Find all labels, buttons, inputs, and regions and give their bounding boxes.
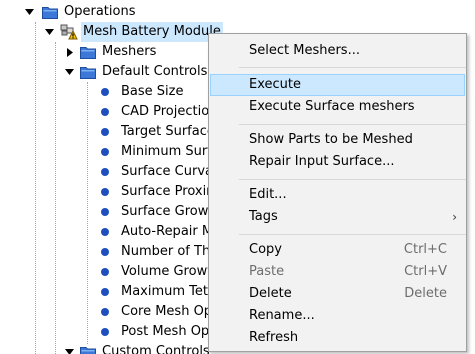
collapse-arrow-icon[interactable] (63, 346, 75, 354)
tree-node-control[interactable]: Surface Proxin (0, 182, 214, 202)
tree-node-control[interactable]: CAD Projection (0, 102, 217, 122)
menu-item-select-meshers[interactable]: Select Meshers... (210, 40, 465, 62)
tree-node-control[interactable]: Minimum Surf (0, 142, 212, 162)
tree-node-label: Meshers (102, 44, 157, 59)
control-dot-icon (101, 108, 109, 116)
tree-node-label: Base Size (121, 84, 184, 99)
menu-item-rename[interactable]: Rename... (210, 305, 465, 327)
control-dot-icon (101, 228, 109, 236)
control-dot-icon (101, 208, 109, 216)
tree-node-control[interactable]: Surface Curvat (0, 162, 218, 182)
tree-node-label: Surface Curvat (121, 164, 219, 179)
menu-item-shortcut: Ctrl+C (403, 242, 447, 257)
menu-item-label: Execute Surface meshers (249, 99, 415, 114)
folder-icon (42, 5, 58, 19)
collapse-arrow-icon[interactable] (23, 6, 35, 18)
tree-node-label: Surface Growt (121, 204, 214, 219)
menu-item-label: Rename... (249, 308, 315, 323)
tree-node-control[interactable]: Maximum Tet (0, 282, 210, 302)
menu-item-label: Paste (249, 264, 285, 279)
tree-node-label: Maximum Tet (121, 284, 209, 299)
menu-item-label: Copy (249, 242, 282, 257)
control-dot-icon (101, 328, 109, 336)
menu-item-show-parts[interactable]: Show Parts to be Meshed (210, 129, 465, 151)
mesh-operation-warning-icon (60, 24, 78, 40)
menu-item-copy[interactable]: Copy Ctrl+C (210, 239, 465, 261)
collapse-arrow-icon[interactable] (43, 26, 55, 38)
tree-node-control[interactable]: Surface Growt (0, 202, 213, 222)
tree-node-control[interactable]: Core Mesh Op (0, 302, 212, 322)
tree-node-label: Target Surface (121, 124, 215, 139)
tree-node-label: Surface Proxin (121, 184, 215, 199)
menu-item-label: Repair Input Surface... (249, 154, 395, 169)
tree-node-label: Custom Controls (102, 344, 210, 354)
submenu-arrow-icon: › (452, 210, 457, 224)
menu-item-label: Refresh (249, 330, 299, 345)
menu-item-label: Tags (249, 209, 278, 224)
menu-separator (239, 67, 466, 68)
tree-node-label: CAD Projection (121, 104, 218, 119)
menu-separator (239, 179, 466, 180)
context-menu: Select Meshers... Execute Execute Surfac… (208, 33, 467, 352)
menu-item-tags[interactable]: Tags › (210, 206, 465, 228)
tree-node-control[interactable]: Number of Th (0, 242, 210, 262)
menu-item-label: Select Meshers... (249, 43, 360, 58)
menu-separator (239, 124, 466, 125)
control-dot-icon (101, 248, 109, 256)
tree-node-default-controls[interactable]: Default Controls (0, 62, 210, 82)
tree-node-label: Volume Growt (121, 264, 213, 279)
menu-item-repair-input-surface[interactable]: Repair Input Surface... (210, 151, 465, 173)
control-dot-icon (101, 88, 109, 96)
folder-icon (80, 345, 96, 354)
tree-node-label: Core Mesh Op (121, 304, 213, 319)
tree-node-custom-controls[interactable]: Custom Controls (0, 342, 210, 354)
control-dot-icon (101, 268, 109, 276)
menu-item-execute[interactable]: Execute (210, 74, 465, 96)
tree-node-control[interactable]: Auto-Repair M (0, 222, 213, 242)
tree-node-control[interactable]: Volume Growt (0, 262, 212, 282)
control-dot-icon (101, 188, 109, 196)
menu-separator (239, 234, 466, 235)
tree-node-label: Post Mesh Opt (121, 324, 215, 339)
tree-node-label: Auto-Repair M (121, 224, 214, 239)
expand-arrow-icon[interactable] (64, 46, 76, 58)
tree-node-label: Default Controls (102, 64, 208, 79)
folder-icon (80, 45, 96, 59)
tree-node-operations[interactable]: Operations (0, 2, 475, 22)
control-dot-icon (101, 308, 109, 316)
control-dot-icon (101, 148, 109, 156)
control-dot-icon (101, 168, 109, 176)
menu-item-label: Execute (249, 77, 301, 92)
tree-node-control[interactable]: Post Mesh Opt (0, 322, 214, 342)
menu-item-shortcut: Ctrl+V (404, 264, 447, 279)
menu-item-label: Edit... (249, 187, 287, 202)
menu-item-edit[interactable]: Edit... (210, 184, 465, 206)
menu-item-label: Delete (249, 286, 292, 301)
control-dot-icon (101, 288, 109, 296)
tree-node-control[interactable]: Base Size (0, 82, 210, 102)
tree-node-label: Minimum Surf (121, 144, 212, 159)
menu-item-delete[interactable]: Delete Delete (210, 283, 465, 305)
tree-node-meshers[interactable]: Meshers (0, 42, 210, 62)
tree-node-control[interactable]: Target Surface (0, 122, 215, 142)
control-dot-icon (101, 128, 109, 136)
menu-item-paste[interactable]: Paste Ctrl+V (210, 261, 465, 283)
menu-item-label: Show Parts to be Meshed (249, 132, 413, 147)
tree-node-label: Mesh Battery Module (81, 22, 223, 42)
folder-icon (80, 65, 96, 79)
screen: Operations Mesh Battery Module Meshers D… (0, 0, 475, 354)
tree-node-label: Number of Th (121, 244, 211, 259)
tree-node-label: Operations (64, 4, 136, 19)
menu-item-refresh[interactable]: Refresh (210, 327, 465, 349)
menu-item-execute-surface-meshers[interactable]: Execute Surface meshers (210, 96, 465, 118)
menu-item-shortcut: Delete (404, 286, 447, 301)
collapse-arrow-icon[interactable] (63, 66, 75, 78)
